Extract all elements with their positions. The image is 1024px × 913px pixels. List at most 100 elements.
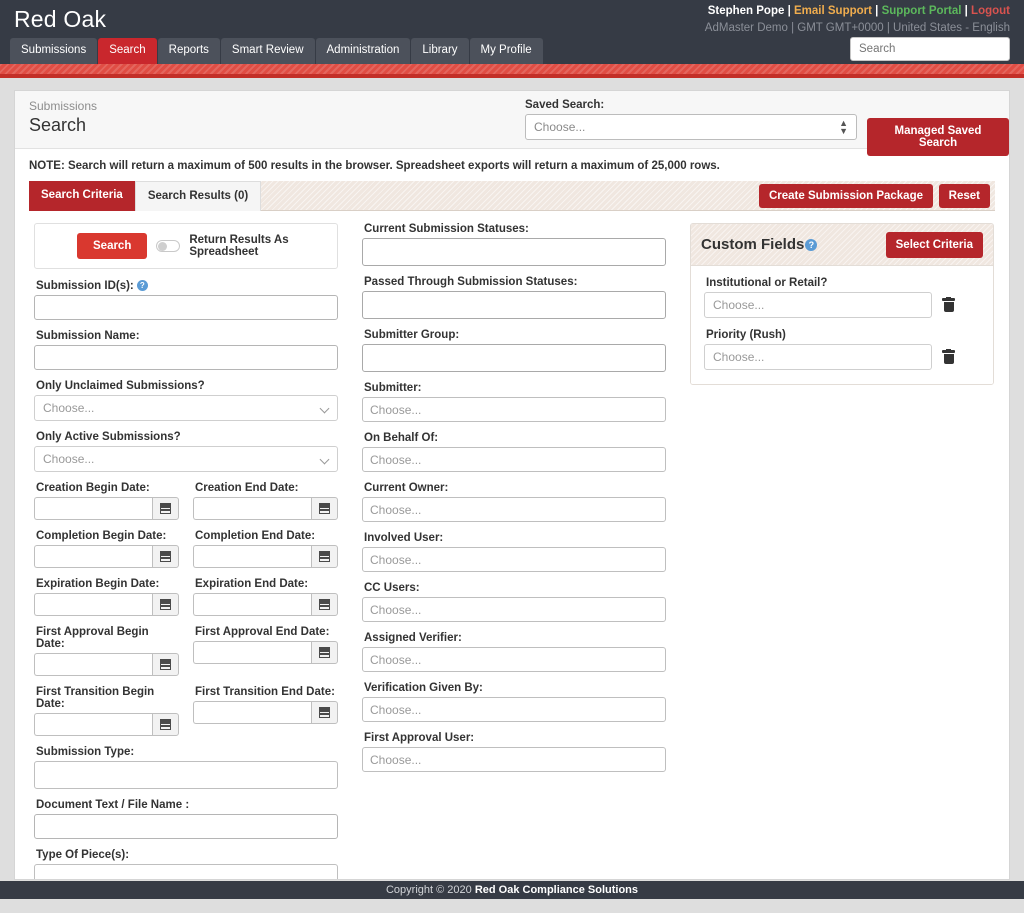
first-transition-end-date-input[interactable] [193, 701, 311, 724]
completion-begin-date-input-wrap [34, 545, 179, 568]
completion-end-date-input[interactable] [193, 545, 311, 568]
passed-statuses-input[interactable] [362, 291, 666, 319]
current-statuses-input[interactable] [362, 238, 666, 266]
creation-end-date-label: Creation End Date: [195, 482, 338, 494]
document-text-input[interactable] [34, 814, 338, 839]
type-of-pieces-input[interactable] [34, 864, 338, 880]
creation-begin-date-input[interactable] [34, 497, 152, 520]
institutional-or-retail-value: Choose... [713, 298, 764, 312]
submitter-group: Submitter: [362, 382, 666, 422]
calendar-icon[interactable] [311, 497, 338, 520]
support-portal-link[interactable]: Support Portal [882, 5, 962, 17]
search-action-panel: Search Return Results As Spreadsheet [34, 223, 338, 269]
verification-given-by-group: Verification Given By: [362, 682, 666, 722]
reset-button[interactable]: Reset [939, 184, 990, 208]
current-owner-label: Current Owner: [364, 482, 666, 494]
delete-icon[interactable] [942, 298, 955, 312]
nav-item-submissions[interactable]: Submissions [10, 38, 97, 65]
custom-fields-body: Institutional or Retail? Choose... Prior… [691, 266, 993, 384]
main-nav: Submissions Search Reports Smart Review … [10, 38, 543, 65]
spreadsheet-toggle[interactable] [156, 240, 180, 252]
right-column: Custom Fields? Select Criteria Instituti… [690, 223, 994, 385]
calendar-icon[interactable] [152, 497, 179, 520]
first-approval-begin-date-group: First Approval Begin Date: [34, 626, 179, 676]
select-criteria-button[interactable]: Select Criteria [886, 232, 983, 258]
date-row-first-transition: First Transition Begin Date: First Trans… [34, 686, 338, 736]
custom-fields-panel: Custom Fields? Select Criteria Instituti… [690, 223, 994, 385]
nav-item-reports[interactable]: Reports [158, 38, 220, 65]
nav-item-administration[interactable]: Administration [316, 38, 411, 65]
tab-search-criteria[interactable]: Search Criteria [29, 181, 135, 211]
help-icon[interactable]: ? [805, 239, 817, 251]
calendar-icon[interactable] [152, 593, 179, 616]
first-approval-begin-date-label: First Approval Begin Date: [36, 626, 179, 650]
logout-link[interactable]: Logout [971, 5, 1010, 17]
creation-end-date-input[interactable] [193, 497, 311, 520]
cc-users-input[interactable] [362, 597, 666, 622]
submission-type-input[interactable] [34, 761, 338, 789]
passed-statuses-label: Passed Through Submission Statuses: [364, 276, 666, 288]
managed-saved-search-button[interactable]: Managed Saved Search [867, 118, 1009, 156]
calendar-icon[interactable] [311, 545, 338, 568]
first-approval-user-group: First Approval User: [362, 732, 666, 772]
nav-item-search[interactable]: Search [98, 38, 156, 65]
submitter-input[interactable] [362, 397, 666, 422]
current-owner-input[interactable] [362, 497, 666, 522]
expiration-end-date-input-wrap [193, 593, 338, 616]
institutional-or-retail-select[interactable]: Choose... [704, 292, 932, 318]
custom-field-row: Priority (Rush) Choose... [704, 329, 980, 370]
tab-search-results[interactable]: Search Results (0) [135, 181, 261, 211]
delete-icon[interactable] [942, 350, 955, 364]
submission-ids-input[interactable] [34, 295, 338, 320]
help-icon[interactable]: ? [137, 280, 148, 291]
expiration-end-date-input[interactable] [193, 593, 311, 616]
first-transition-begin-date-group: First Transition Begin Date: [34, 686, 179, 736]
search-button[interactable]: Search [77, 233, 147, 259]
saved-search-select[interactable]: Choose... ▲▼ [525, 114, 857, 140]
completion-end-date-group: Completion End Date: [193, 530, 338, 568]
current-statuses-group: Current Submission Statuses: [362, 223, 666, 266]
nav-item-library[interactable]: Library [411, 38, 468, 65]
first-approval-user-input[interactable] [362, 747, 666, 772]
submitter-group-group: Submitter Group: [362, 329, 666, 372]
involved-user-input[interactable] [362, 547, 666, 572]
content-card: Submissions Search Saved Search: Choose.… [14, 90, 1010, 880]
org-context-line: AdMaster Demo | GMT GMT+0000 | United St… [705, 22, 1010, 34]
on-behalf-of-input[interactable] [362, 447, 666, 472]
create-submission-package-button[interactable]: Create Submission Package [759, 184, 933, 208]
verification-given-by-input[interactable] [362, 697, 666, 722]
first-transition-begin-date-input[interactable] [34, 713, 152, 736]
submission-name-input[interactable] [34, 345, 338, 370]
first-approval-begin-date-input[interactable] [34, 653, 152, 676]
submission-name-label: Submission Name: [36, 330, 338, 342]
completion-begin-date-input[interactable] [34, 545, 152, 568]
only-unclaimed-group: Only Unclaimed Submissions? Choose... [34, 380, 338, 421]
type-of-pieces-label: Type Of Piece(s): [36, 849, 338, 861]
only-active-label: Only Active Submissions? [36, 431, 338, 443]
submitter-group-input[interactable] [362, 344, 666, 372]
assigned-verifier-input[interactable] [362, 647, 666, 672]
first-approval-end-date-input[interactable] [193, 641, 311, 664]
calendar-icon[interactable] [152, 653, 179, 676]
date-row-completion: Completion Begin Date: Completion End Da… [34, 530, 338, 568]
calendar-icon[interactable] [311, 593, 338, 616]
calendar-icon[interactable] [311, 701, 338, 724]
calendar-icon[interactable] [152, 713, 179, 736]
global-search-input[interactable] [850, 37, 1010, 61]
expiration-begin-date-input[interactable] [34, 593, 152, 616]
passed-statuses-group: Passed Through Submission Statuses: [362, 276, 666, 319]
involved-user-group: Involved User: [362, 532, 666, 572]
only-active-select[interactable]: Choose... [34, 446, 338, 472]
left-column: Search Return Results As Spreadsheet Sub… [34, 223, 338, 880]
priority-rush-select[interactable]: Choose... [704, 344, 932, 370]
only-active-group: Only Active Submissions? Choose... [34, 431, 338, 472]
nav-item-smart-review[interactable]: Smart Review [221, 38, 315, 65]
footer-copyright: Copyright © 2020 [386, 884, 475, 896]
only-unclaimed-select[interactable]: Choose... [34, 395, 338, 421]
nav-item-my-profile[interactable]: My Profile [470, 38, 543, 65]
creation-begin-date-group: Creation Begin Date: [34, 482, 179, 520]
on-behalf-of-group: On Behalf Of: [362, 432, 666, 472]
calendar-icon[interactable] [311, 641, 338, 664]
email-support-link[interactable]: Email Support [794, 5, 872, 17]
calendar-icon[interactable] [152, 545, 179, 568]
